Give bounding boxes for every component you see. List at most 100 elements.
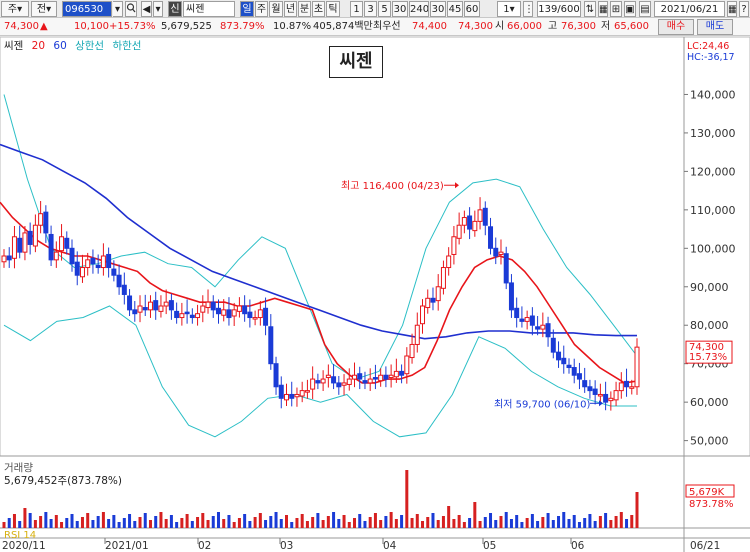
candle-body bbox=[116, 274, 122, 288]
volume-bar bbox=[614, 516, 618, 528]
candle-body bbox=[352, 374, 358, 380]
price-chart[interactable]: 50,00060,00070,00080,00090,000100,000110… bbox=[0, 0, 750, 552]
volume-bar bbox=[441, 516, 445, 528]
candle-body bbox=[461, 217, 467, 226]
candle-body bbox=[53, 251, 59, 261]
y-tick-label: 80,000 bbox=[690, 319, 729, 332]
volume-bar bbox=[473, 502, 477, 528]
candle-body bbox=[184, 311, 190, 315]
candle-body bbox=[331, 376, 337, 384]
x-tick-label: 05 bbox=[483, 540, 496, 552]
candle-body bbox=[514, 307, 520, 319]
candle-body bbox=[226, 309, 232, 319]
candle-body bbox=[242, 305, 248, 315]
candle-body bbox=[566, 364, 572, 369]
volume-bar bbox=[363, 521, 367, 528]
volume-bar bbox=[321, 520, 325, 528]
candle-body bbox=[576, 373, 582, 380]
candle-body bbox=[236, 305, 242, 312]
candle-body bbox=[100, 255, 106, 269]
candle-body bbox=[587, 386, 593, 392]
volume-bar bbox=[583, 518, 587, 528]
volume-bar bbox=[358, 514, 362, 528]
min-annotation: 최저 59,700 (06/10) bbox=[494, 398, 590, 410]
candle-body bbox=[32, 224, 38, 247]
candle-body bbox=[168, 300, 174, 311]
volume-bar bbox=[148, 520, 152, 528]
volume-side-value: 5,679K bbox=[689, 487, 725, 498]
candle-body bbox=[399, 370, 405, 376]
x-tick-label: 2021/01 bbox=[105, 540, 149, 552]
y-tick-label: 60,000 bbox=[690, 396, 729, 409]
volume-bar bbox=[2, 522, 6, 528]
candle-body bbox=[482, 207, 488, 226]
candle-body bbox=[493, 247, 499, 257]
x-tick-label: 06 bbox=[571, 540, 585, 552]
candle-body bbox=[618, 382, 624, 392]
legend-ma20: 20 bbox=[31, 40, 46, 52]
volume-bar bbox=[326, 516, 330, 528]
volume-bar bbox=[389, 512, 393, 528]
volume-bar bbox=[619, 512, 623, 528]
chart-title: 씨젠 bbox=[329, 46, 383, 78]
candle-body bbox=[582, 380, 588, 388]
legend-upper-band: 상한선 bbox=[75, 40, 105, 52]
candle-body bbox=[106, 253, 112, 269]
volume-bar bbox=[295, 518, 299, 528]
volume-bar bbox=[175, 522, 179, 528]
candle-body bbox=[231, 309, 237, 317]
volume-bar bbox=[159, 512, 163, 528]
candle-body bbox=[404, 355, 410, 375]
volume-bar bbox=[222, 519, 226, 528]
candle-body bbox=[472, 220, 478, 232]
volume-bar bbox=[60, 522, 64, 528]
volume-bar bbox=[551, 520, 555, 528]
volume-bar bbox=[489, 513, 493, 528]
candle-body bbox=[263, 307, 269, 326]
volume-bar bbox=[39, 516, 43, 528]
candle-body bbox=[477, 209, 483, 222]
volume-bar bbox=[609, 520, 613, 528]
volume-bar bbox=[379, 520, 383, 528]
y-tick-label: 50,000 bbox=[690, 435, 729, 448]
candle-body bbox=[127, 295, 133, 311]
candle-body bbox=[48, 233, 54, 261]
volume-bar bbox=[426, 517, 430, 528]
candle-body bbox=[174, 310, 180, 319]
hc-value: HC:-36,17 bbox=[687, 52, 735, 63]
x-tick-label: 2020/11 bbox=[2, 540, 46, 552]
candle-body bbox=[195, 313, 201, 319]
volume-bar bbox=[536, 521, 540, 528]
candle-body bbox=[624, 380, 630, 388]
candle-body bbox=[27, 230, 33, 245]
candle-body bbox=[132, 309, 138, 315]
volume-bar bbox=[91, 520, 95, 528]
candle-body bbox=[142, 307, 148, 311]
candle-body bbox=[550, 337, 556, 353]
volume-bar bbox=[525, 518, 529, 528]
chart-legend: 씨젠 20 60 상한선 하한선 bbox=[0, 38, 146, 54]
volume-bar bbox=[258, 513, 262, 528]
lc-value: LC:24,46 bbox=[687, 41, 730, 52]
candle-body bbox=[498, 251, 504, 255]
candle-body bbox=[43, 211, 49, 234]
volume-bar bbox=[504, 512, 508, 528]
candle-body bbox=[535, 326, 541, 330]
candle-body bbox=[357, 373, 363, 380]
candle-body bbox=[59, 236, 65, 252]
volume-bar bbox=[80, 517, 84, 528]
volume-bar bbox=[185, 514, 189, 528]
candle-body bbox=[257, 309, 263, 319]
volume-bar bbox=[7, 518, 11, 528]
candle-body bbox=[79, 267, 85, 278]
volume-bar bbox=[530, 514, 534, 528]
volume-bar bbox=[216, 512, 220, 528]
candle-body bbox=[524, 317, 530, 322]
candle-body bbox=[22, 232, 28, 253]
volume-bar bbox=[49, 519, 53, 528]
volume-bar bbox=[520, 522, 524, 528]
volume-bar bbox=[128, 514, 132, 528]
volume-bar bbox=[337, 519, 341, 528]
candle-body bbox=[221, 309, 227, 316]
volume-bar bbox=[494, 520, 498, 528]
